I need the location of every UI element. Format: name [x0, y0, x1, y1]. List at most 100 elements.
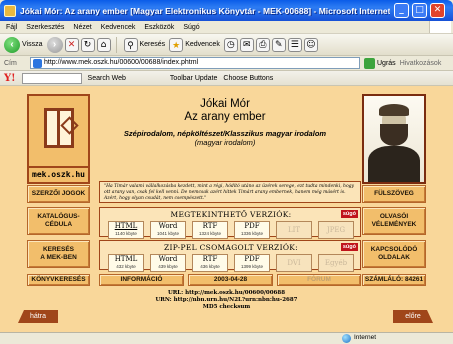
portrait-beard: [380, 124, 408, 146]
history-icon[interactable]: ◷: [223, 37, 238, 52]
messenger-icon[interactable]: ☺: [303, 37, 318, 52]
address-input[interactable]: http://www.mek.oszk.hu/00600/00688/index…: [30, 57, 360, 69]
menu-favorites[interactable]: Kedvencek: [101, 24, 136, 31]
windows-logo-icon: [429, 21, 451, 33]
view-rtf-link[interactable]: RTF 1324 kbyte: [192, 221, 228, 239]
author-name: Jókai Mór: [200, 98, 250, 110]
favorites-button[interactable]: ★ Kedvencek: [169, 37, 220, 52]
nav-back-button[interactable]: hátra: [18, 310, 58, 323]
format-size: 1324 kbyte: [198, 231, 222, 236]
print-icon[interactable]: ⎙: [255, 37, 270, 52]
mek-logo[interactable]: mek.oszk.hu: [27, 94, 90, 184]
format-name: Word: [158, 255, 178, 263]
subject-category[interactable]: Szépirodalom, népköltészet/Klasszikus ma…: [100, 129, 350, 138]
menu-help[interactable]: Súgó: [183, 24, 199, 31]
links-label[interactable]: Hivatkozások: [400, 60, 442, 67]
format-size: 1041 kbyte: [156, 231, 180, 236]
menu-file[interactable]: Fájl: [6, 24, 17, 31]
catalog-card-button[interactable]: KATALÓGUS- CÉDULA: [27, 207, 90, 235]
url-line[interactable]: URL: http://mek.oszk.hu/00600/00688: [0, 290, 453, 297]
view-word-link[interactable]: Word 1041 kbyte: [150, 221, 186, 239]
view-pdf-link[interactable]: PDF 1336 kbyte: [234, 221, 270, 239]
stop-icon[interactable]: ✕: [64, 37, 79, 52]
zip-pdf-link[interactable]: PDF 1399 kbyte: [234, 254, 270, 272]
format-name: RTF: [202, 255, 218, 263]
viewable-versions-title: MEGTEKINTHETŐ VERZIÓK:: [170, 210, 292, 219]
format-name: Word: [158, 222, 178, 230]
reader-opinions-button[interactable]: OLVASÓI VÉLEMÉNYEK: [362, 207, 426, 235]
home-icon[interactable]: ⌂: [96, 37, 111, 52]
portrait-coat: [368, 146, 420, 182]
status-bar: Internet: [0, 332, 453, 344]
zipped-help-button[interactable]: súgó: [340, 243, 358, 251]
zip-rtf-link[interactable]: RTF 436 kbyte: [192, 254, 228, 272]
urn-line[interactable]: URN: http://nbn.urn.hu/N2L?urn:nbn:hu-26…: [0, 297, 453, 304]
discuss-icon[interactable]: ☰: [287, 37, 302, 52]
nav-forward-button[interactable]: előre: [393, 310, 433, 323]
back-cover-button[interactable]: FÜLSZÖVEG: [362, 185, 426, 203]
search-icon: ⚲: [123, 37, 138, 52]
forward-button[interactable]: ›: [46, 36, 65, 53]
menu-tools[interactable]: Eszközök: [144, 24, 174, 31]
search-mek-button[interactable]: KERESÉS A MEK-BEN: [27, 240, 90, 268]
portrait-hair: [379, 104, 409, 116]
address-url: http://www.mek.oszk.hu/00600/00688/index…: [44, 59, 199, 66]
favorites-label: Kedvencek: [185, 41, 220, 48]
edit-icon[interactable]: ✎: [271, 37, 286, 52]
go-button[interactable]: Ugrás: [364, 57, 396, 69]
format-name: HTML: [114, 222, 138, 230]
close-button[interactable]: ✕: [430, 3, 445, 18]
book-quote: "Ha Timár valami vállalkozásba kezdett, …: [99, 181, 361, 203]
menu-bar: Fájl Szerkesztés Nézet Kedvencek Eszközö…: [0, 21, 453, 34]
go-arrow-icon: [364, 57, 375, 69]
yahoo-logo[interactable]: Y!: [4, 73, 16, 84]
forward-arrow-icon: ›: [46, 36, 63, 53]
minimize-button[interactable]: _: [394, 3, 409, 18]
view-html-link[interactable]: HTML 1140 kbyte: [108, 221, 144, 239]
back-label: Vissza: [22, 41, 43, 48]
search-label: Keresés: [139, 41, 166, 48]
format-size: 1399 kbyte: [240, 264, 264, 269]
format-size: 439 kbyte: [158, 264, 178, 269]
format-name: HTML: [114, 255, 138, 263]
book-header: Jókai Mór Az arany ember: [100, 98, 350, 124]
yahoo-toolbar-update-button[interactable]: Toolbar Update: [170, 75, 217, 82]
back-button[interactable]: ‹ Vissza: [4, 36, 43, 53]
star-icon: ★: [169, 37, 184, 52]
menu-edit[interactable]: Szerkesztés: [26, 24, 64, 31]
format-name: DVI: [287, 259, 301, 267]
menu-view[interactable]: Nézet: [73, 24, 91, 31]
md5-link[interactable]: MD5 checksum: [0, 304, 453, 311]
book-search-button[interactable]: KÖNYVKERESÉS: [27, 274, 90, 286]
authors-rights-button[interactable]: SZERZŐI JOGOK: [27, 185, 90, 203]
zip-word-link[interactable]: Word 439 kbyte: [150, 254, 186, 272]
info-button[interactable]: INFORMÁCIÓ: [99, 274, 184, 286]
format-size: 432 kbyte: [116, 264, 136, 269]
zone-label: Internet: [354, 334, 377, 341]
yahoo-search-web-button[interactable]: Search Web: [88, 75, 126, 82]
mail-icon[interactable]: ✉: [239, 37, 254, 52]
page-content: mek.oszk.hu Jókai Mór Az arany ember Szé…: [0, 86, 453, 332]
subject-block: Szépirodalom, népköltészet/Klasszikus ma…: [100, 129, 350, 147]
viewable-help-button[interactable]: súgó: [340, 210, 358, 218]
go-label: Ugrás: [377, 59, 396, 67]
format-name: LIT: [287, 226, 301, 234]
related-pages-button[interactable]: KAPCSOLÓDÓ OLDALAK: [362, 240, 426, 268]
zipped-versions-panel: ZIP-PEL CSOMAGOLT VERZIÓK: súgó HTML 432…: [99, 240, 361, 272]
refresh-icon[interactable]: ↻: [80, 37, 95, 52]
book-title: Az arany ember: [184, 111, 266, 123]
zip-other-link: Egyéb: [318, 254, 354, 272]
format-name: Egyéb: [324, 259, 348, 267]
toolbar-separator: [115, 36, 117, 53]
window-title: Jókai Mór: Az arany ember [Magyar Elektr…: [20, 5, 390, 16]
maximize-button[interactable]: □: [412, 3, 427, 18]
yahoo-search-input[interactable]: [21, 72, 82, 84]
zip-html-link[interactable]: HTML 432 kbyte: [108, 254, 144, 272]
search-button[interactable]: ⚲ Keresés: [123, 37, 166, 52]
logo-url: mek.oszk.hu: [27, 166, 90, 184]
yahoo-choose-buttons-button[interactable]: Choose Buttons: [223, 75, 273, 82]
title-bar: Jókai Mór: Az arany ember [Magyar Elektr…: [0, 0, 453, 21]
zipped-versions-title: ZIP-PEL CSOMAGOLT VERZIÓK:: [163, 243, 299, 252]
ie-icon: [4, 4, 16, 17]
page-icon: [33, 59, 42, 68]
